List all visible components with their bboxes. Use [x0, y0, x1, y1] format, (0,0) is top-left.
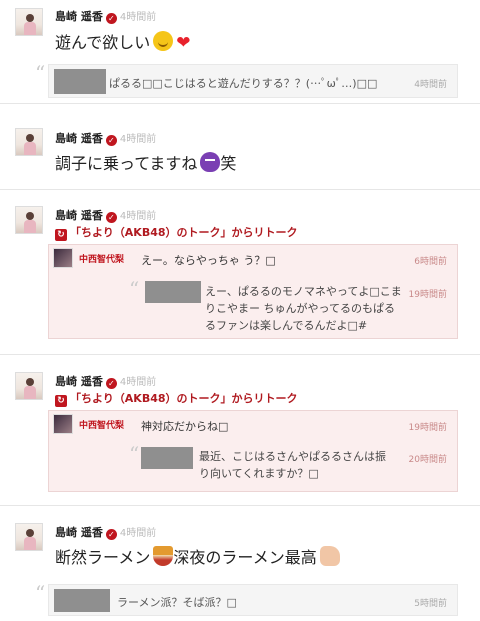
- verified-icon: ✓: [105, 212, 117, 223]
- rt-author-name[interactable]: 中西智代梨: [79, 252, 124, 265]
- post-3: 島崎 遥香 ✓ 4時間前 ↻ 「ちより（AKB48）のトーク」からリトーク 中西智代梨…: [0, 190, 480, 355]
- avatar[interactable]: [15, 523, 43, 551]
- quote-mark-icon: “: [35, 61, 46, 85]
- avatar[interactable]: [15, 372, 43, 400]
- quote-mark-icon: “: [129, 442, 140, 466]
- retalk-icon: ↻: [55, 229, 67, 241]
- post-message: 断然ラーメン 深夜のラーメン最高: [55, 544, 340, 568]
- retalk-icon: ↻: [55, 395, 67, 407]
- rt-avatar[interactable]: [53, 248, 73, 268]
- verified-icon: ✓: [105, 529, 117, 540]
- quote-text: ぱるる□□こじはると遊んだりする？？(…ﾟωﾟ…)□□: [109, 77, 378, 90]
- rt-inner-time: 19時間前: [408, 290, 447, 300]
- quote-time: 4時間前: [414, 80, 447, 90]
- author-name[interactable]: 島崎 遥香 ✓ 4時間前: [55, 524, 156, 540]
- retalk-box[interactable]: 中西智代梨 神対応だからね□ 19時間前 “ 最近、こじはるさんやぱるるさんは振…: [48, 410, 458, 492]
- author-name[interactable]: 島崎 遥香 ✓ 4時間前: [55, 8, 156, 24]
- heart-emoji-icon: ❤: [176, 33, 191, 53]
- post-time: 4時間前: [119, 528, 157, 539]
- rt-message: えー。ならやっちゃ う？□: [141, 254, 276, 267]
- quoted-comment[interactable]: “ ラーメン派？そば派？□ 5時間前: [35, 583, 458, 616]
- rt-avatar[interactable]: [53, 414, 73, 434]
- rt-time: 19時間前: [408, 423, 447, 433]
- post-time: 4時間前: [119, 211, 157, 222]
- post-time: 4時間前: [119, 12, 157, 23]
- author-label: 島崎 遥香: [55, 209, 103, 222]
- quote-time: 5時間前: [414, 599, 447, 609]
- blurred-username: [54, 69, 106, 94]
- message-text: 遊んで欲しい: [55, 33, 151, 52]
- blurred-username: [54, 589, 110, 612]
- verified-icon: ✓: [105, 378, 117, 389]
- author-label: 島崎 遥香: [55, 375, 103, 388]
- message-text-2: 深夜のラーメン最高: [173, 548, 317, 567]
- rt-inner-time: 20時間前: [408, 455, 447, 465]
- devil-emoji-icon: [200, 152, 221, 172]
- retalk-link[interactable]: ↻ 「ちより（AKB48）のトーク」からリトーク: [55, 224, 298, 241]
- retalk-label: 「ちより（AKB48）のトーク」からリトーク: [70, 226, 298, 239]
- message-text: 断然ラーメン: [55, 548, 151, 567]
- rt-author-name[interactable]: 中西智代梨: [79, 418, 124, 431]
- quote-text: ラーメン派？そば派？□: [117, 596, 237, 609]
- retalk-box[interactable]: 中西智代梨 えー。ならやっちゃ う？□ 6時間前 “ えー、ぱるるのモノマネやっ…: [48, 244, 458, 339]
- retalk-link[interactable]: ↻ 「ちより（AKB48）のトーク」からリトーク: [55, 390, 298, 407]
- author-name[interactable]: 島崎 遥香 ✓ 4時間前: [55, 130, 156, 146]
- message-text: 調子に乗ってますね: [55, 154, 198, 173]
- post-5: 島崎 遥香 ✓ 4時間前 断然ラーメン 深夜のラーメン最高 “ ラーメン派？そば派？□…: [0, 506, 480, 621]
- post-message: 遊んで欲しい ❤: [55, 29, 190, 53]
- post-2: 島崎 遥香 ✓ 4時間前 調子に乗ってますね 笑: [0, 104, 480, 190]
- author-label: 島崎 遥香: [55, 526, 103, 539]
- author-name[interactable]: 島崎 遥香 ✓ 4時間前: [55, 207, 156, 223]
- thumbs-up-emoji-icon: [319, 546, 340, 566]
- post-message: 調子に乗ってますね 笑: [55, 150, 236, 174]
- verified-icon: ✓: [105, 13, 117, 24]
- message-suffix: 笑: [220, 154, 237, 173]
- author-name[interactable]: 島崎 遥香 ✓ 4時間前: [55, 373, 156, 389]
- verified-icon: ✓: [105, 135, 117, 146]
- quote-mark-icon: “: [129, 277, 140, 301]
- post-time: 4時間前: [119, 377, 157, 388]
- retalk-label: 「ちより（AKB48）のトーク」からリトーク: [70, 392, 298, 405]
- rt-inner-text: 最近、こじはるさんやぱるるさんは振り向いてくれますか？□: [199, 450, 386, 480]
- smile-emoji-icon: [153, 31, 174, 51]
- ramen-bowl-emoji-icon: [153, 546, 174, 566]
- post-4: 島崎 遥香 ✓ 4時間前 ↻ 「ちより（AKB48）のトーク」からリトーク 中西智代梨…: [0, 355, 480, 506]
- rt-time: 6時間前: [414, 257, 447, 267]
- author-label: 島崎 遥香: [55, 132, 103, 145]
- rt-inner-text: えー、ぱるるのモノマネやってよ□こまりこやまー ちゅんがやってるのもぱるるファン…: [205, 285, 402, 332]
- author-label: 島崎 遥香: [55, 10, 103, 23]
- post-time: 4時間前: [119, 134, 157, 145]
- rt-message: 神対応だからね□: [141, 420, 229, 433]
- post-1: 島崎 遥香 ✓ 4時間前 遊んで欲しい ❤ “ ぱるる□□こじはると遊んだりする？？(…: [0, 0, 480, 104]
- blurred-username: [145, 281, 201, 303]
- avatar[interactable]: [15, 8, 43, 36]
- quote-mark-icon: “: [35, 581, 46, 605]
- avatar[interactable]: [15, 128, 43, 156]
- blurred-username: [141, 447, 193, 469]
- avatar[interactable]: [15, 206, 43, 234]
- quoted-comment[interactable]: “ ぱるる□□こじはると遊んだりする？？(…ﾟωﾟ…)□□ 4時間前: [35, 63, 458, 98]
